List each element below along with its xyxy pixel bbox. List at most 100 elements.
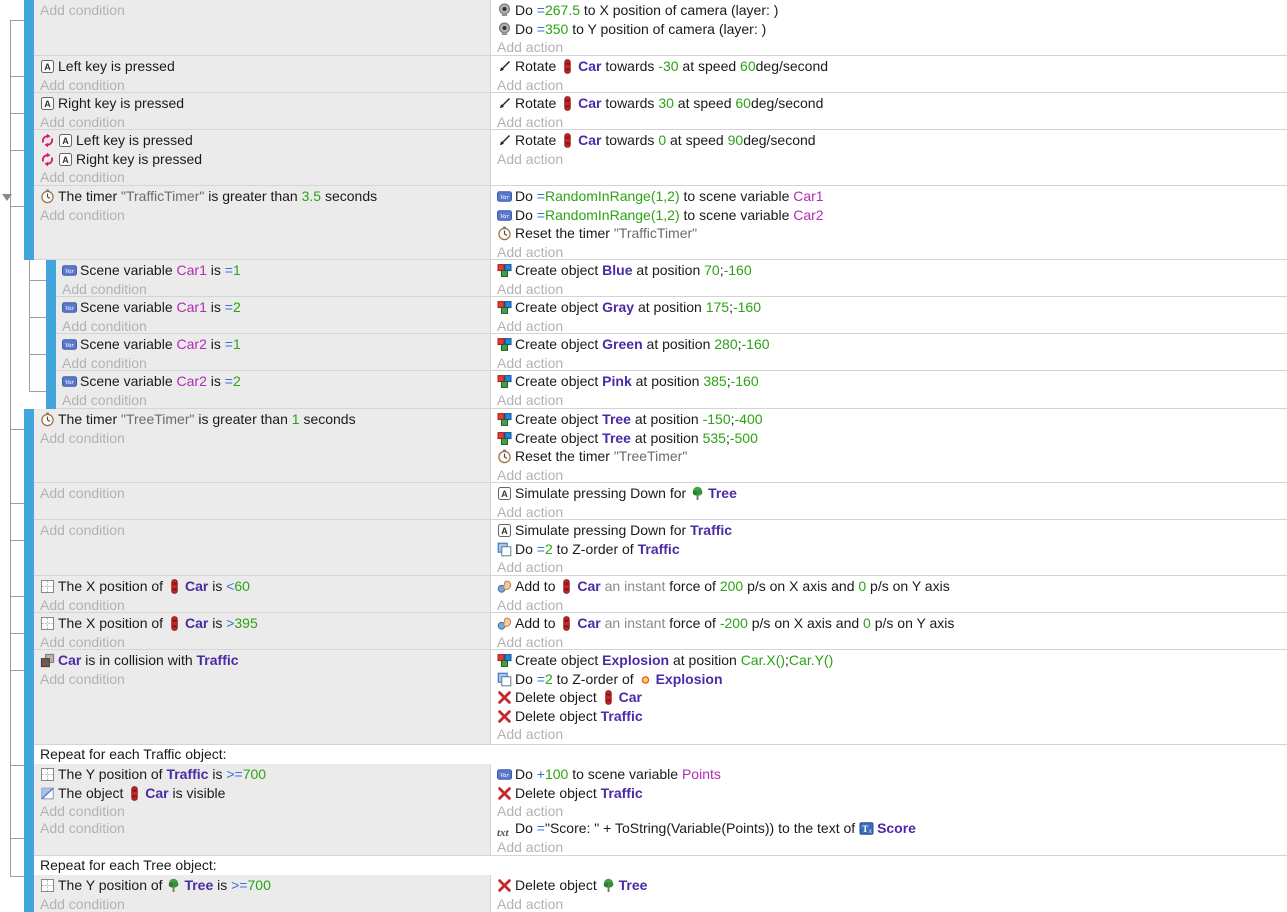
action-line[interactable]: ASimulate pressing Down for Traffic bbox=[497, 521, 1287, 540]
event-drag-handle[interactable] bbox=[24, 856, 34, 912]
event-drag-handle[interactable] bbox=[24, 0, 34, 56]
event-drag-handle[interactable] bbox=[24, 576, 34, 613]
add-condition-button[interactable]: Add condition bbox=[40, 429, 490, 448]
condition-line[interactable]: The Y position of Traffic is >=700 bbox=[40, 765, 490, 784]
condition-line[interactable]: The timer "TreeTimer" is greater than 1 … bbox=[40, 410, 490, 429]
action-line[interactable]: Reset the timer "TreeTimer" bbox=[497, 447, 1287, 466]
add-condition-button[interactable]: Add condition bbox=[40, 633, 490, 651]
add-condition-button[interactable]: Add condition bbox=[40, 76, 490, 94]
add-action-button[interactable]: Add action bbox=[497, 317, 1287, 335]
condition-line[interactable]: ARight key is pressed bbox=[40, 94, 490, 113]
event-drag-handle[interactable] bbox=[24, 93, 34, 130]
condition-line[interactable]: The object Car is visible bbox=[40, 784, 490, 803]
condition-line[interactable]: The timer "TrafficTimer" is greater than… bbox=[40, 187, 490, 206]
add-action-button[interactable]: Add action bbox=[497, 466, 1287, 484]
add-action-button[interactable]: Add action bbox=[497, 113, 1287, 131]
add-condition-button[interactable]: Add condition bbox=[40, 521, 490, 540]
condition-line[interactable]: ALeft key is pressed bbox=[40, 131, 490, 150]
add-condition-button[interactable]: Add condition bbox=[40, 895, 490, 912]
condition-line[interactable]: The X position of Car is <60 bbox=[40, 577, 490, 596]
condition-line[interactable]: Car is in collision with Traffic bbox=[40, 651, 490, 670]
add-condition-button[interactable]: Add condition bbox=[40, 206, 490, 225]
action-line[interactable]: Rotate Car towards -30 at speed 60deg/se… bbox=[497, 57, 1287, 76]
event-drag-handle[interactable] bbox=[24, 650, 34, 745]
event-drag-handle[interactable] bbox=[46, 334, 56, 371]
add-condition-button[interactable]: Add condition bbox=[40, 484, 490, 503]
repeat-header[interactable]: Repeat for each Tree object: bbox=[34, 856, 1287, 875]
add-condition-button[interactable]: Add condition bbox=[40, 802, 490, 818]
add-condition-button[interactable]: Add condition bbox=[40, 168, 490, 186]
action-line[interactable]: Create object Green at position 280;-160 bbox=[497, 335, 1287, 354]
action-line[interactable]: Add to Car an instant force of 200 p/s o… bbox=[497, 577, 1287, 596]
action-line[interactable]: VarDo =RandomInRange(1,2) to scene varia… bbox=[497, 206, 1287, 225]
action-line[interactable]: Add to Car an instant force of -200 p/s … bbox=[497, 614, 1287, 633]
add-condition-button[interactable]: Add condition bbox=[40, 670, 490, 689]
event-drag-handle[interactable] bbox=[24, 409, 34, 483]
add-action-button[interactable]: Add action bbox=[497, 354, 1287, 372]
event-drag-handle[interactable] bbox=[24, 186, 34, 260]
action-line[interactable]: txtDo ="Score: " + ToString(Variable(Poi… bbox=[497, 819, 1287, 838]
add-action-button[interactable]: Add action bbox=[497, 802, 1287, 818]
condition-line[interactable]: ALeft key is pressed bbox=[40, 57, 490, 76]
action-line[interactable]: Create object Blue at position 70;-160 bbox=[497, 261, 1287, 280]
add-action-button[interactable]: Add action bbox=[497, 76, 1287, 94]
event-drag-handle[interactable] bbox=[24, 520, 34, 576]
add-condition-button[interactable]: Add condition bbox=[62, 317, 490, 335]
event-drag-handle[interactable] bbox=[24, 56, 34, 93]
add-condition-button[interactable]: Add condition bbox=[62, 391, 490, 410]
add-action-button[interactable]: Add action bbox=[497, 243, 1287, 261]
add-condition-button[interactable]: Add condition bbox=[62, 280, 490, 298]
action-line[interactable]: Delete object Traffic bbox=[497, 707, 1287, 726]
action-line[interactable]: Delete object Car bbox=[497, 688, 1287, 707]
add-condition-button[interactable]: Add condition bbox=[40, 1, 490, 20]
add-action-button[interactable]: Add action bbox=[497, 280, 1287, 298]
action-line[interactable]: Delete object Traffic bbox=[497, 784, 1287, 803]
condition-line[interactable]: VarScene variable Car2 is =1 bbox=[62, 335, 490, 354]
action-line[interactable]: Do =2 to Z-order of Explosion bbox=[497, 670, 1287, 689]
event-drag-handle[interactable] bbox=[46, 297, 56, 334]
condition-line[interactable]: VarScene variable Car2 is =2 bbox=[62, 372, 490, 391]
action-line[interactable]: Create object Tree at position -150;-400 bbox=[497, 410, 1287, 429]
event-drag-handle[interactable] bbox=[24, 130, 34, 186]
action-line[interactable]: Do =2 to Z-order of Traffic bbox=[497, 540, 1287, 559]
add-condition-button[interactable]: Add condition bbox=[40, 596, 490, 614]
action-line[interactable]: Rotate Car towards 30 at speed 60deg/sec… bbox=[497, 94, 1287, 113]
add-condition-button[interactable]: Add condition bbox=[62, 354, 490, 372]
action-line[interactable]: Create object Tree at position 535;-500 bbox=[497, 429, 1287, 448]
event-drag-handle[interactable] bbox=[24, 745, 34, 818]
add-condition-button[interactable]: Add condition bbox=[40, 819, 490, 838]
add-action-button[interactable]: Add action bbox=[497, 596, 1287, 614]
event-drag-handle[interactable] bbox=[24, 483, 34, 520]
action-line[interactable]: VarDo +100 to scene variable Points bbox=[497, 765, 1287, 784]
add-action-button[interactable]: Add action bbox=[497, 503, 1287, 521]
event-drag-handle[interactable] bbox=[46, 371, 56, 409]
action-line[interactable]: Do =267.5 to X position of camera (layer… bbox=[497, 1, 1287, 20]
add-action-button[interactable]: Add action bbox=[497, 633, 1287, 651]
event-drag-handle[interactable] bbox=[24, 613, 34, 650]
add-action-button[interactable]: Add action bbox=[497, 838, 1287, 857]
add-action-button[interactable]: Add action bbox=[497, 150, 1287, 169]
action-line[interactable]: Delete object Tree bbox=[497, 876, 1287, 895]
action-line[interactable]: Create object Pink at position 385;-160 bbox=[497, 372, 1287, 391]
event-drag-handle[interactable] bbox=[46, 260, 56, 297]
condition-line[interactable]: The X position of Car is >395 bbox=[40, 614, 490, 633]
action-line[interactable]: VarDo =RandomInRange(1,2) to scene varia… bbox=[497, 187, 1287, 206]
action-line[interactable]: ASimulate pressing Down for Tree bbox=[497, 484, 1287, 503]
condition-line[interactable]: The Y position of Tree is >=700 bbox=[40, 876, 490, 895]
condition-line[interactable]: VarScene variable Car1 is =1 bbox=[62, 261, 490, 280]
action-line[interactable]: Do =350 to Y position of camera (layer: … bbox=[497, 20, 1287, 39]
action-line[interactable]: Create object Gray at position 175;-160 bbox=[497, 298, 1287, 317]
add-condition-button[interactable]: Add condition bbox=[40, 113, 490, 131]
add-action-button[interactable]: Add action bbox=[497, 391, 1287, 410]
add-action-button[interactable]: Add action bbox=[497, 38, 1287, 56]
add-action-button[interactable]: Add action bbox=[497, 725, 1287, 744]
add-action-button[interactable]: Add action bbox=[497, 895, 1287, 912]
condition-line[interactable]: ARight key is pressed bbox=[40, 150, 490, 169]
action-line[interactable]: Create object Explosion at position Car.… bbox=[497, 651, 1287, 670]
action-line[interactable]: Rotate Car towards 0 at speed 90deg/seco… bbox=[497, 131, 1287, 150]
action-line[interactable]: Reset the timer "TrafficTimer" bbox=[497, 224, 1287, 243]
add-action-button[interactable]: Add action bbox=[497, 558, 1287, 576]
condition-line[interactable]: VarScene variable Car1 is =2 bbox=[62, 298, 490, 317]
event-drag-handle[interactable] bbox=[24, 818, 34, 856]
repeat-header[interactable]: Repeat for each Traffic object: bbox=[34, 745, 1287, 764]
